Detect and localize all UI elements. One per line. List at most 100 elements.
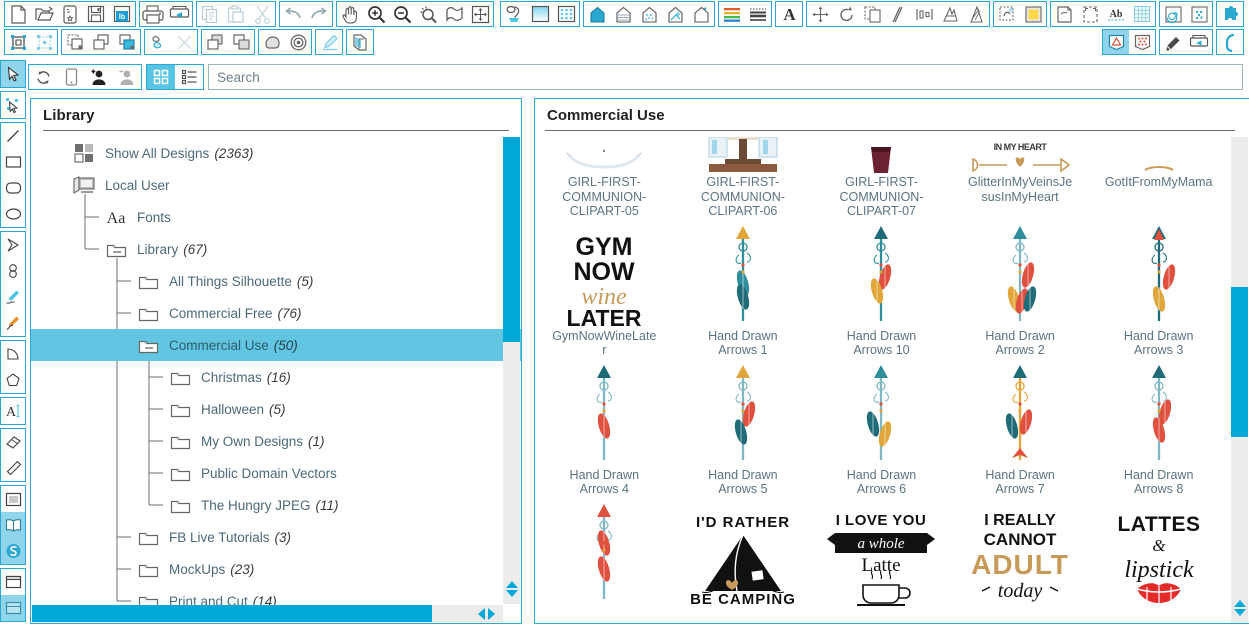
ungroup-icon[interactable] xyxy=(31,30,57,54)
design-item[interactable] xyxy=(535,503,674,607)
weld-icon[interactable] xyxy=(963,2,989,26)
design-thumbnail[interactable] xyxy=(858,225,904,329)
duplicate-icon[interactable] xyxy=(202,30,228,54)
line-color-icon[interactable] xyxy=(719,2,745,26)
text-style-icon[interactable]: A xyxy=(776,2,802,26)
cut-style-icon[interactable] xyxy=(584,2,610,26)
tree-item-public-domain-vectors[interactable]: Public Domain Vectors xyxy=(31,457,521,489)
library-hscroll-buttons[interactable] xyxy=(469,605,503,622)
pen-tool-icon[interactable] xyxy=(1160,30,1186,54)
puzzle-icon[interactable] xyxy=(1217,2,1243,26)
smooth-freehand-tool[interactable] xyxy=(1,310,25,336)
redo-icon[interactable] xyxy=(306,2,332,26)
polygon-tool[interactable] xyxy=(1,232,25,258)
design-thumbnail[interactable] xyxy=(581,503,627,607)
search-box[interactable] xyxy=(208,64,1243,90)
design-thumbnail[interactable] xyxy=(720,225,766,329)
save-to-library-icon[interactable]: lb xyxy=(109,2,135,26)
line-tool[interactable] xyxy=(1,123,25,149)
design-thumbnail[interactable]: I REALLY CANNOT ADULT today xyxy=(968,503,1072,607)
design-thumbnail[interactable] xyxy=(1139,137,1179,175)
offset-icon[interactable] xyxy=(885,2,911,26)
sign-out-icon[interactable] xyxy=(113,65,141,89)
send-to-silhouette-icon[interactable] xyxy=(166,2,192,26)
design-thumbnail[interactable] xyxy=(707,137,779,175)
designs-vscroll-buttons[interactable] xyxy=(1231,593,1248,623)
transform-icon[interactable] xyxy=(807,2,833,26)
knife-tool[interactable] xyxy=(1,455,25,481)
list-view-icon[interactable] xyxy=(175,65,203,89)
rhinestone-icon[interactable] xyxy=(662,2,688,26)
pattern-panel-icon[interactable] xyxy=(553,2,579,26)
library-hscroll-thumb[interactable] xyxy=(32,605,432,622)
replicate-icon[interactable] xyxy=(859,2,885,26)
page-tool[interactable] xyxy=(1,486,25,512)
design-item[interactable]: IN MY HEART GlitterInMyVeinsJesusInMyHear… xyxy=(951,137,1090,219)
design-item[interactable]: Hand Drawn Arrows 5 xyxy=(674,364,813,497)
tree-item-local-user[interactable]: Local User xyxy=(31,169,521,201)
merge-icon[interactable] xyxy=(145,30,171,54)
library-horizontal-scrollbar[interactable] xyxy=(32,605,503,622)
open-file-icon[interactable] xyxy=(31,2,57,26)
fill-color-icon[interactable] xyxy=(1020,2,1046,26)
regular-polygon-tool[interactable] xyxy=(1,367,25,393)
rhinestone-preview-icon[interactable] xyxy=(1129,30,1155,54)
design-thumbnail[interactable] xyxy=(858,364,904,468)
arc-tool[interactable] xyxy=(1,341,25,367)
design-thumbnail[interactable] xyxy=(720,364,766,468)
grid-view-icon[interactable] xyxy=(147,65,175,89)
text-to-path-icon[interactable]: Ab xyxy=(1103,2,1129,26)
rotate-icon[interactable] xyxy=(833,2,859,26)
print-and-cut-icon[interactable] xyxy=(688,2,714,26)
sketch-style-icon[interactable] xyxy=(610,2,636,26)
design-item[interactable]: I'D RATHER BE CAMPING xyxy=(674,503,813,607)
tree-item-halloween[interactable]: Halloween (5) xyxy=(31,393,521,425)
design-panel-tool[interactable] xyxy=(1,595,25,621)
design-item[interactable]: Hand Drawn Arrows 6 xyxy=(812,364,951,497)
group-icon[interactable] xyxy=(5,30,31,54)
rectangle-tool[interactable] xyxy=(1,149,25,175)
new-document-icon[interactable] xyxy=(5,2,31,26)
rounded-rectangle-tool[interactable] xyxy=(1,175,25,201)
select-tool[interactable] xyxy=(1,61,25,87)
design-item[interactable]: I REALLY CANNOT ADULT today xyxy=(951,503,1090,607)
design-item[interactable]: GIRL-FIRST-COMMUNION-CLIPART-07 xyxy=(812,137,951,219)
gradient-panel-icon[interactable] xyxy=(527,2,553,26)
new-from-template-icon[interactable] xyxy=(57,2,83,26)
design-thumbnail[interactable]: I'D RATHER BE CAMPING xyxy=(684,503,802,607)
design-item[interactable]: I LOVE YOU a whole Latte xyxy=(812,503,951,607)
designs-vscroll-thumb[interactable] xyxy=(1231,287,1248,437)
bring-forward-icon[interactable] xyxy=(88,30,114,54)
tree-item-my-own-designs[interactable]: My Own Designs (1) xyxy=(31,425,521,457)
page-setup-icon[interactable] xyxy=(501,2,527,26)
trace-icon[interactable] xyxy=(994,2,1020,26)
paste-icon[interactable] xyxy=(223,2,249,26)
make-compound-path-icon[interactable] xyxy=(62,30,88,54)
book-icon[interactable] xyxy=(347,30,373,54)
designs-scroll-up-icon[interactable] xyxy=(1233,600,1246,607)
tree-item-the-hungry-jpeg[interactable]: The Hungry JPEG (11) xyxy=(31,489,521,521)
library-vscroll-buttons[interactable] xyxy=(503,574,520,604)
design-thumbnail[interactable] xyxy=(561,137,647,175)
design-thumbnail[interactable] xyxy=(997,225,1043,329)
sync-icon[interactable] xyxy=(29,65,57,89)
erase-icon[interactable] xyxy=(171,30,197,54)
sketch-effect-icon[interactable] xyxy=(285,30,311,54)
curve-tool[interactable] xyxy=(1,258,25,284)
library-tree[interactable]: Show All Designs (2363) Local User Aa Fonts L… xyxy=(31,131,521,618)
sign-in-icon[interactable] xyxy=(85,65,113,89)
eraser-tool[interactable] xyxy=(1,429,25,455)
design-item[interactable]: LATTES & lipstick xyxy=(1089,503,1228,607)
cut-preview-icon[interactable] xyxy=(1103,30,1129,54)
design-thumbnail[interactable] xyxy=(1136,225,1182,329)
scroll-down-icon[interactable] xyxy=(505,590,518,597)
line-style-icon[interactable] xyxy=(745,2,771,26)
text-tool[interactable]: A xyxy=(1,398,25,424)
zoom-in-icon[interactable] xyxy=(363,2,389,26)
tree-item-mockups[interactable]: MockUps (23) xyxy=(31,553,521,585)
library-vertical-scrollbar[interactable] xyxy=(503,137,520,604)
tree-item-fonts[interactable]: Aa Fonts xyxy=(31,201,521,233)
fit-to-page-icon[interactable] xyxy=(441,2,467,26)
copy-icon[interactable] xyxy=(197,2,223,26)
tree-item-commercial-use[interactable]: Commercial Use (50) xyxy=(31,329,521,361)
